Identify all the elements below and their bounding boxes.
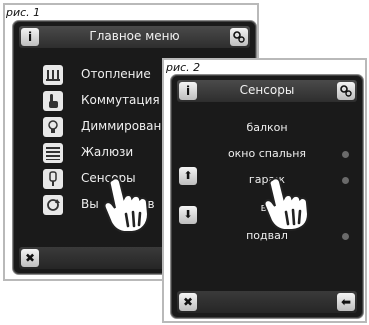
- gear-icon: [233, 31, 245, 43]
- screen-title: Сенсоры: [239, 83, 295, 97]
- bulb-icon: [43, 117, 63, 137]
- hand-switch-icon: [43, 91, 63, 111]
- bottom-bar: ✖ ⬅: [177, 291, 357, 313]
- status-dot: [342, 177, 349, 184]
- sensor-row-balcony[interactable]: балкон: [201, 121, 351, 139]
- status-dot: [342, 151, 349, 158]
- refresh-icon: [43, 195, 63, 215]
- scroll-down-button[interactable]: ⬇: [179, 206, 197, 224]
- sensor-label: балкон: [246, 121, 288, 134]
- settings-button[interactable]: [337, 82, 355, 100]
- menu-item-label: Диммирован: [81, 119, 162, 133]
- pointing-hand-icon: [262, 176, 316, 232]
- status-dot: [342, 233, 349, 240]
- close-button[interactable]: ✖: [21, 249, 39, 267]
- sensor-icon: [43, 169, 63, 189]
- sensor-label: окно спальня: [227, 147, 307, 160]
- heating-icon: [43, 65, 63, 85]
- top-bar: i Главное меню: [19, 26, 250, 48]
- menu-item-label: Коммутация: [81, 93, 160, 107]
- top-bar: i Сенсоры: [177, 80, 357, 102]
- gear-icon: [340, 85, 352, 97]
- settings-button[interactable]: [230, 28, 248, 46]
- figure-caption-2: рис. 2: [166, 61, 201, 74]
- menu-item-label: Жалюзи: [81, 145, 134, 159]
- scroll-up-button[interactable]: ⬆: [179, 167, 197, 185]
- blinds-icon: [43, 143, 63, 163]
- pointing-hand-icon: [102, 176, 156, 234]
- back-button[interactable]: ⬅: [337, 293, 355, 311]
- close-button[interactable]: ✖: [179, 293, 197, 311]
- stage: рис. 1 i Главное меню Отопление Коммутац…: [0, 0, 369, 325]
- sensor-row-bedroom-window[interactable]: окно спальня: [201, 147, 351, 165]
- menu-item-label: Отопление: [81, 67, 151, 81]
- screen-title: Главное меню: [89, 29, 180, 43]
- figure-caption-1: рис. 1: [6, 6, 41, 19]
